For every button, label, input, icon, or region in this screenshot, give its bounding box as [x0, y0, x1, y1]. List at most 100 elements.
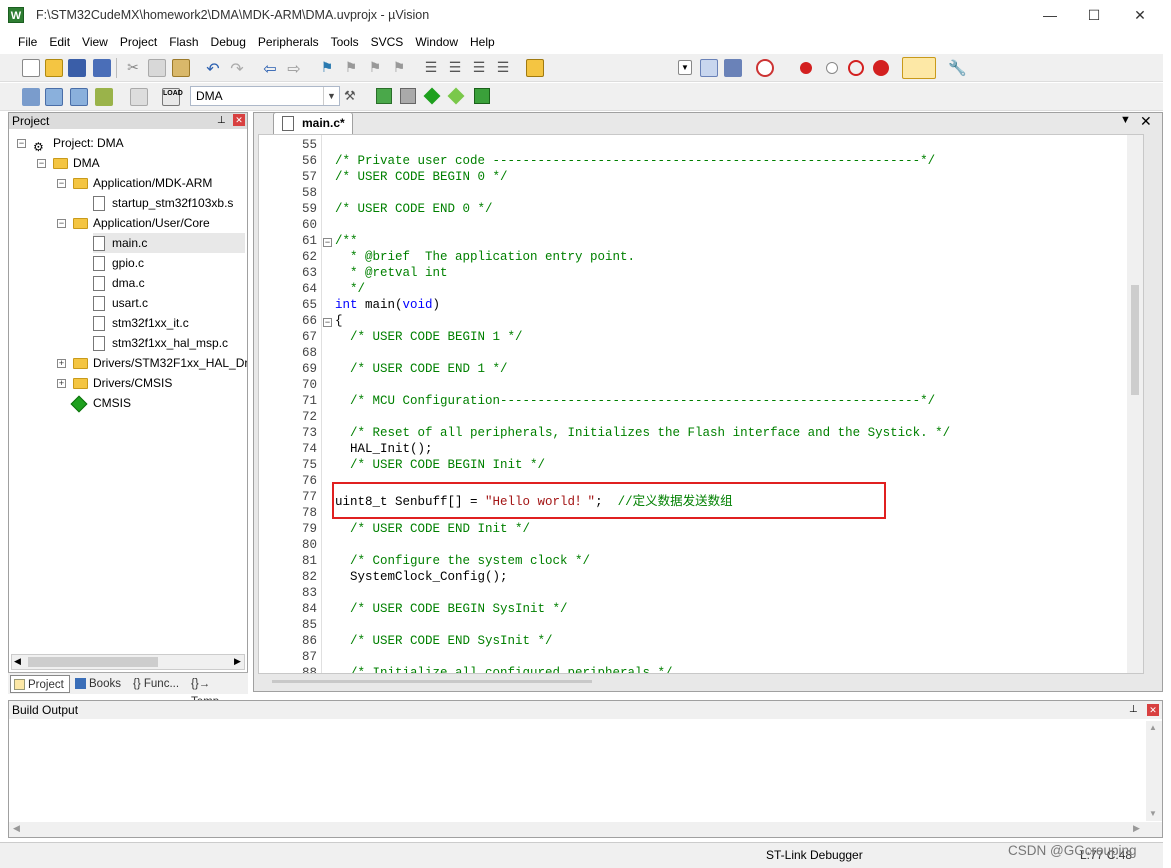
target-select[interactable]: DMA ▼ [190, 86, 340, 106]
unindent-icon[interactable]: ☰ [446, 59, 464, 77]
disable-breakpoint-icon[interactable] [826, 62, 838, 74]
prev-bookmark-icon[interactable]: ⚑ [342, 59, 360, 77]
tree-file-main-c[interactable]: main.c [93, 233, 245, 253]
cut-icon[interactable]: ✂ [124, 59, 142, 77]
build-output-text[interactable] [9, 721, 1162, 821]
window-layout-icon[interactable] [902, 57, 936, 79]
tree-target-dma[interactable]: − DMA [37, 153, 100, 173]
editor-horizontal-scrollbar[interactable] [272, 680, 592, 683]
editor-tab-list-icon[interactable]: ▼ [1120, 114, 1131, 126]
expand-icon[interactable]: + [57, 359, 66, 368]
file-extensions-icon[interactable] [400, 88, 416, 104]
menu-flash[interactable]: Flash [163, 31, 204, 53]
tab-project[interactable]: Project [10, 675, 70, 693]
menu-window[interactable]: Window [409, 31, 464, 53]
bookmark-icon[interactable]: ⚑ [318, 59, 336, 77]
stop-build-icon[interactable] [130, 88, 148, 106]
copy-icon[interactable] [148, 59, 166, 77]
undo-icon[interactable]: ↶ [204, 59, 222, 78]
collapse-icon[interactable]: − [37, 159, 46, 168]
configure-icon[interactable]: 🔧 [948, 59, 967, 77]
tree-group-mdk-arm[interactable]: − Application/MDK-ARM [57, 173, 212, 193]
redo-icon[interactable]: ↷ [228, 59, 246, 78]
close-editor-icon[interactable]: ✕ [1140, 113, 1152, 130]
pin-icon[interactable]: ⊥ [217, 113, 226, 129]
menu-edit[interactable]: Edit [43, 31, 76, 53]
pack-installer-icon[interactable] [474, 88, 490, 104]
scroll-left-icon[interactable]: ◀ [14, 656, 21, 667]
collapse-icon[interactable]: − [57, 219, 66, 228]
tree-group-drivers-hal[interactable]: + Drivers/STM32F1xx_HAL_Driv [57, 353, 247, 373]
close-panel-icon[interactable]: ✕ [233, 114, 245, 126]
manage-components-icon[interactable] [376, 88, 392, 104]
tree-group-drivers-cmsis[interactable]: + Drivers/CMSIS [57, 373, 172, 393]
menu-file[interactable]: File [12, 31, 43, 53]
build-vertical-scrollbar[interactable]: ▲ ▼ [1146, 721, 1162, 821]
next-bookmark-icon[interactable]: ⚑ [366, 59, 384, 77]
scroll-right-icon[interactable]: ▶ [1133, 823, 1140, 834]
find-in-files-icon[interactable] [526, 59, 544, 77]
tree-file-hal-msp-c[interactable]: stm32f1xx_hal_msp.c [93, 333, 228, 353]
editor-vertical-scrollbar[interactable] [1127, 135, 1143, 673]
paste-icon[interactable] [172, 59, 190, 77]
indent-icon[interactable]: ☰ [422, 59, 440, 77]
fold-icon[interactable]: − [323, 238, 332, 247]
scroll-right-icon[interactable]: ▶ [234, 656, 241, 667]
menu-peripherals[interactable]: Peripherals [252, 31, 325, 53]
new-file-icon[interactable] [22, 59, 40, 77]
close-window-button[interactable]: ✕ [1130, 6, 1150, 24]
fold-icon[interactable]: − [323, 318, 332, 327]
incremental-find-icon[interactable] [724, 59, 742, 77]
minimize-button[interactable]: — [1040, 6, 1060, 24]
scroll-left-icon[interactable]: ◀ [13, 823, 20, 834]
menu-debug[interactable]: Debug [205, 31, 252, 53]
kill-all-breakpoints-icon[interactable] [873, 60, 889, 76]
comment-icon[interactable]: ☰ [470, 59, 488, 77]
tab-books[interactable]: Books [72, 675, 128, 693]
tab-functions[interactable]: {} Func... [130, 675, 186, 693]
tab-templates[interactable]: {}→ Temp... [188, 675, 246, 708]
translate-icon[interactable] [22, 88, 40, 106]
tree-group-user-core[interactable]: − Application/User/Core [57, 213, 210, 233]
menu-view[interactable]: View [76, 31, 114, 53]
collapse-icon[interactable]: − [57, 179, 66, 188]
editor-tab-main-c[interactable]: main.c* [273, 112, 353, 134]
insert-breakpoint-icon[interactable] [800, 62, 812, 74]
disable-all-breakpoints-icon[interactable] [848, 60, 864, 76]
build-icon[interactable] [45, 88, 63, 106]
expand-icon[interactable]: + [57, 379, 66, 388]
batch-build-icon[interactable] [95, 88, 113, 106]
options-for-target-icon[interactable]: ⚒ [344, 88, 362, 106]
find-combo-arrow-icon[interactable]: ▼ [678, 60, 692, 75]
save-all-icon[interactable] [93, 59, 111, 77]
tree-file-gpio-c[interactable]: gpio.c [93, 253, 144, 273]
clear-bookmarks-icon[interactable]: ⚑ [390, 59, 408, 77]
menu-tools[interactable]: Tools [325, 31, 365, 53]
tree-file-it-c[interactable]: stm32f1xx_it.c [93, 313, 189, 333]
uncomment-icon[interactable]: ☰ [494, 59, 512, 77]
menu-help[interactable]: Help [464, 31, 501, 53]
tree-project-root[interactable]: − ⚙ Project: DMA [17, 133, 124, 154]
close-panel-icon[interactable]: ✕ [1147, 704, 1159, 716]
menu-project[interactable]: Project [114, 31, 163, 53]
scroll-up-icon[interactable]: ▲ [1149, 723, 1157, 732]
find-icon[interactable] [700, 59, 718, 77]
scroll-thumb[interactable] [28, 657, 158, 667]
rebuild-icon[interactable] [70, 88, 88, 106]
menu-svcs[interactable]: SVCS [365, 31, 410, 53]
pin-icon[interactable]: ⊥ [1129, 701, 1138, 719]
collapse-icon[interactable]: − [17, 139, 26, 148]
open-folder-icon[interactable] [45, 59, 63, 77]
download-load-icon[interactable]: LOAD [162, 88, 183, 106]
tree-component-cmsis[interactable]: CMSIS [70, 393, 131, 413]
save-icon[interactable] [68, 59, 86, 77]
tree-file-usart-c[interactable]: usart.c [93, 293, 148, 313]
scroll-down-icon[interactable]: ▼ [1149, 809, 1157, 818]
tree-file-startup[interactable]: startup_stm32f103xb.s [93, 193, 233, 213]
project-horizontal-scrollbar[interactable]: ◀ ▶ [11, 654, 245, 670]
navigate-back-icon[interactable]: ⇦ [261, 59, 279, 78]
maximize-button[interactable]: ☐ [1084, 6, 1104, 24]
navigate-forward-icon[interactable]: ⇨ [285, 59, 303, 78]
scroll-thumb[interactable] [1131, 285, 1139, 395]
tree-file-dma-c[interactable]: dma.c [93, 273, 145, 293]
